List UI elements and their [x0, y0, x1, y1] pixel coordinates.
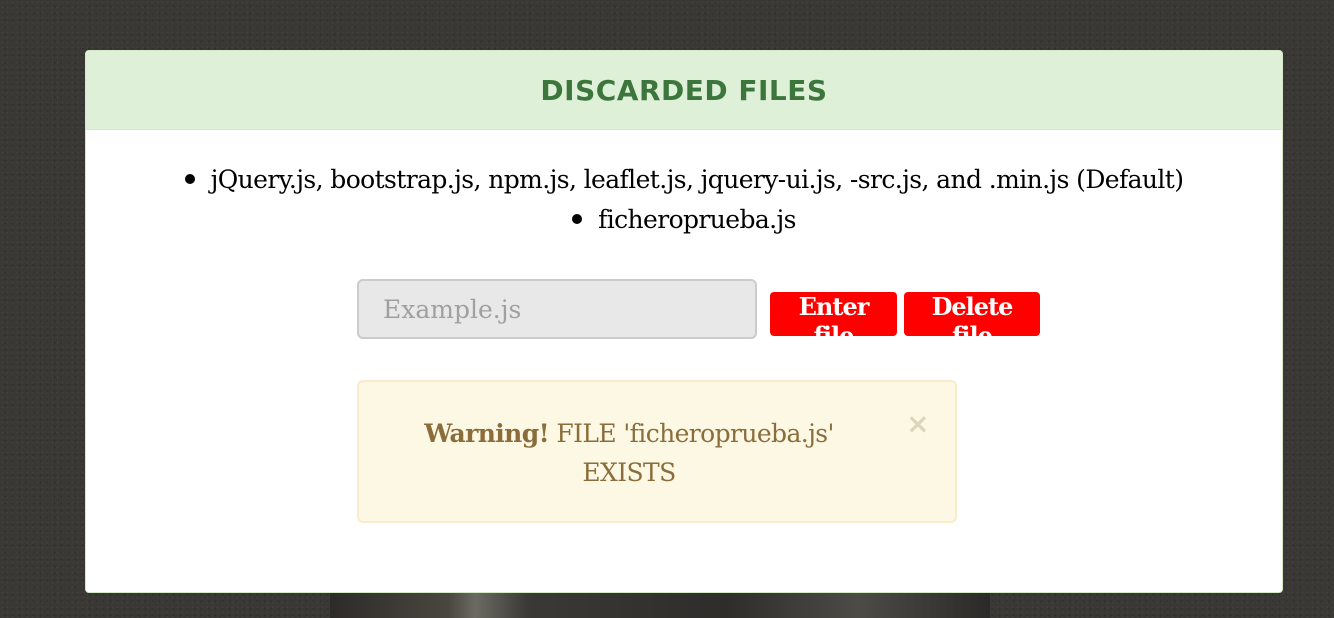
alert-message: FILE 'ficheroprueba.js' EXISTS	[556, 419, 834, 487]
panel-title: DISCARDED FILES	[540, 73, 828, 107]
list-item: ficheroprueba.js	[86, 200, 1282, 240]
bullet-icon	[572, 213, 583, 224]
file-name-input[interactable]	[357, 279, 757, 339]
panel-heading: DISCARDED FILES	[86, 51, 1282, 130]
alert-text: Warning! FILE 'ficheroprueba.js' EXISTS	[389, 414, 869, 492]
close-icon[interactable]: ×	[906, 410, 929, 438]
discarded-files-panel: DISCARDED FILES jQuery.js, bootstrap.js,…	[85, 50, 1283, 593]
list-item: jQuery.js, bootstrap.js, npm.js, leaflet…	[86, 160, 1282, 200]
list-item-text: jQuery.js, bootstrap.js, npm.js, leaflet…	[210, 165, 1184, 194]
alert-strong: Warning!	[424, 419, 549, 448]
background-photo	[330, 590, 990, 618]
bullet-icon	[184, 173, 195, 184]
warning-alert: Warning! FILE 'ficheroprueba.js' EXISTS …	[357, 380, 957, 523]
file-form: Enter file Delete file	[357, 279, 1040, 350]
discarded-files-list: jQuery.js, bootstrap.js, npm.js, leaflet…	[86, 160, 1282, 240]
delete-file-button[interactable]: Delete file	[904, 291, 1040, 350]
enter-file-button[interactable]: Enter file	[770, 291, 897, 350]
list-item-text: ficheroprueba.js	[598, 205, 796, 234]
